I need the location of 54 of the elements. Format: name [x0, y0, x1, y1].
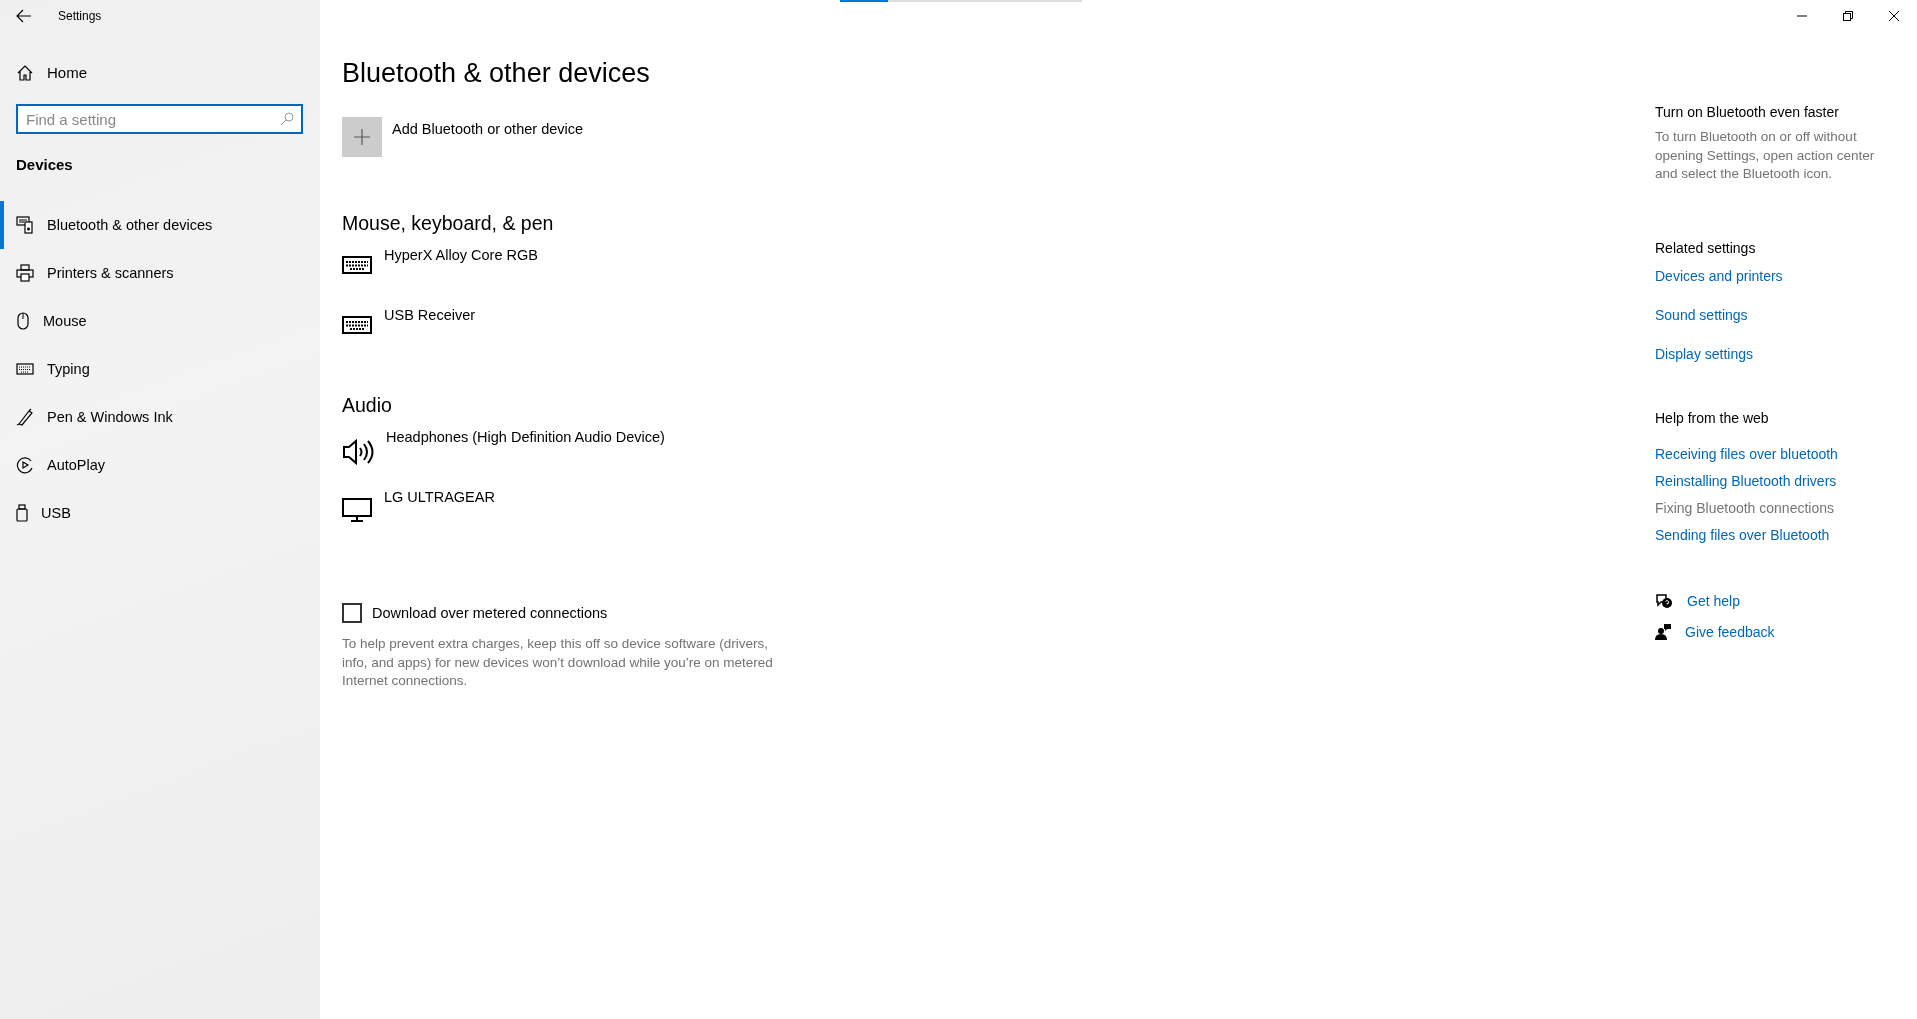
add-device-button[interactable]	[342, 117, 382, 157]
tip-text: To turn Bluetooth on or off without opening Settings, open action center and select the Bluetooth icon.	[1655, 128, 1876, 183]
monitor-icon	[342, 497, 372, 523]
description-text: To help prevent extra charges, keep this off so device software (drivers, info, and apps) for new devices won’t download while you’re on metered Internet connections.	[342, 635, 774, 690]
restore-icon	[1843, 11, 1853, 21]
window-title: Settings	[58, 9, 102, 23]
settings-link[interactable]: Reinstalling Bluetooth drivers	[1655, 472, 1837, 489]
settings-link[interactable]: Receiving files over bluetooth	[1655, 445, 1838, 462]
tip-heading: Turn on Bluetooth even faster	[1655, 104, 1840, 120]
sidebar-item[interactable]: USB	[0, 489, 320, 537]
help-link[interactable]: Give feedback	[1685, 623, 1775, 640]
home-link[interactable]: Home	[17, 60, 87, 85]
speaker-icon	[342, 437, 374, 467]
checkbox-label: Download over metered connections	[372, 605, 608, 621]
device-name[interactable]: USB Receiver	[384, 307, 476, 323]
back-arrow-icon	[16, 9, 32, 23]
play-circle-icon	[16, 456, 34, 474]
device-name[interactable]: Headphones (High Definition Audio Device)	[386, 429, 665, 445]
checkbox[interactable]	[342, 603, 362, 623]
device-name[interactable]: LG ULTRAGEAR	[384, 489, 495, 505]
home-icon	[17, 64, 33, 81]
page-title: Bluetooth & other devices	[342, 58, 651, 89]
close-icon	[1889, 11, 1899, 21]
search-field[interactable]: Find a setting	[16, 104, 303, 134]
sidebar-item[interactable]: Mouse	[0, 297, 320, 345]
mouse-icon	[16, 312, 30, 330]
help-link[interactable]: Get help	[1687, 592, 1740, 609]
add-device-label[interactable]: Add Bluetooth or other device	[392, 121, 584, 137]
group-heading: Audio	[342, 394, 393, 417]
sidebar-item[interactable]: Pen & Windows Ink	[0, 393, 320, 441]
plus-icon	[354, 129, 370, 145]
chat-question-icon	[1655, 592, 1673, 609]
sidebar-item[interactable]: AutoPlay	[0, 441, 320, 489]
related-heading: Related settings	[1655, 239, 1757, 256]
settings-link[interactable]: Sending files over Bluetooth	[1655, 526, 1830, 543]
keyboard-speaker-icon	[16, 216, 34, 234]
settings-link[interactable]: Devices and printers	[1655, 267, 1783, 284]
settings-link[interactable]: Display settings	[1655, 345, 1754, 362]
sidebar-item[interactable]: Typing	[0, 345, 320, 393]
keyboard-icon	[342, 315, 372, 335]
help-heading: Help from the web	[1655, 409, 1770, 426]
keyboard-icon	[342, 255, 372, 275]
settings-link[interactable]: Sound settings	[1655, 306, 1748, 323]
sidebar-item[interactable]: Bluetooth & other devices	[0, 201, 320, 249]
printer-icon	[16, 264, 34, 282]
group-heading: Mouse, keyboard, & pen	[342, 212, 555, 235]
section-heading: Devices	[16, 156, 74, 173]
keyboard-icon	[16, 363, 34, 375]
search-icon	[280, 112, 294, 126]
sidebar-item[interactable]: Printers & scanners	[0, 249, 320, 297]
pen-icon	[16, 408, 34, 426]
device-name[interactable]: HyperX Alloy Core RGB	[384, 247, 538, 263]
person-feedback-icon	[1655, 623, 1671, 640]
usb-icon	[16, 504, 28, 522]
